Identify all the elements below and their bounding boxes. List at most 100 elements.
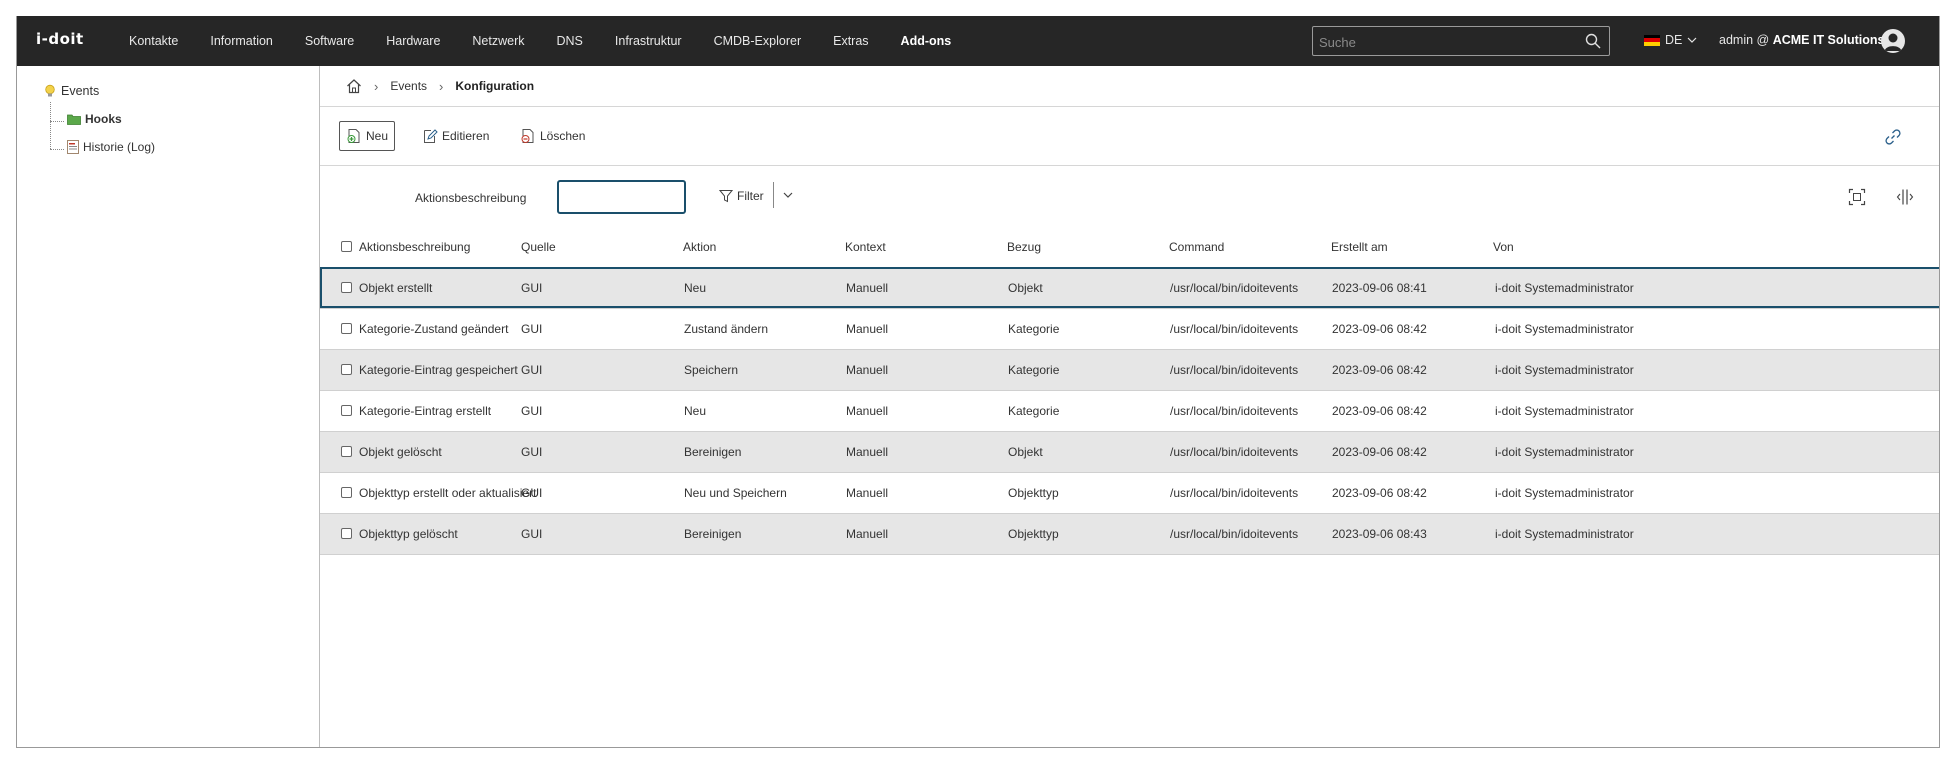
search-box [1312,26,1610,56]
breadcrumb-separator: › [439,78,444,94]
table-cell: Objekt [1008,445,1043,459]
delete-icon [521,129,534,143]
table-cell: /usr/local/bin/idoitevents [1170,363,1299,377]
nav-item-information[interactable]: Information [194,34,289,48]
sidebar-item-historie[interactable]: Historie (Log) [67,140,155,154]
new-document-icon [347,129,360,143]
filter-button[interactable]: Filter [719,183,764,209]
table-cell: /usr/local/bin/idoitevents [1170,486,1299,500]
filter-button-label: Filter [737,189,764,203]
table-cell: /usr/local/bin/idoitevents [1170,281,1299,295]
table-cell: Objekttyp erstellt oder aktualisiert [359,486,537,500]
table-row[interactable]: Objekt erstellt GUI Neu Manuell Objekt/usr/l… [320,267,1939,308]
column-header[interactable]: Bezug [1007,240,1041,254]
nav-item-extras[interactable]: Extras [817,34,884,48]
folder-icon [67,114,81,125]
column-header[interactable]: Quelle [521,240,556,254]
table-cell: Objekttyp [1008,486,1059,500]
app-logo[interactable]: i-doit [36,30,84,48]
table-cell: Objekt erstellt [359,281,433,295]
row-checkbox[interactable] [341,405,352,416]
nav-item-cmdb-explorer[interactable]: CMDB-Explorer [698,34,818,48]
tree-connector [50,121,64,122]
table-cell: Zustand ändern [684,322,769,336]
tree-connector [50,102,52,149]
column-header[interactable]: Command [1169,240,1224,254]
avatar[interactable] [1881,29,1905,53]
table-row[interactable]: Objekt gelöscht GUI Bereinigen Manuell Objek… [320,431,1939,472]
table-cell: Speichern [684,363,739,377]
table-cell: Kategorie [1008,404,1060,418]
sidebar-item-label: Historie (Log) [83,140,156,154]
table-cell: Manuell [846,445,889,459]
table-cell: GUI [521,527,543,541]
chevron-down-icon[interactable] [782,189,794,201]
delete-button[interactable]: Löschen [514,121,591,151]
filter-label: Aktionsbeschreibung [415,191,527,205]
filter-input[interactable] [557,180,686,214]
user-menu[interactable]: admin @ ACME IT Solutions [1719,33,1885,47]
table-cell: GUI [521,363,543,377]
row-checkbox[interactable] [341,528,352,539]
german-flag-icon [1644,34,1660,46]
table-row[interactable]: Kategorie-Eintrag gespeichert GUI Speicher… [320,349,1939,390]
table-cell: i-doit Systemadministrator [1495,486,1634,500]
column-header[interactable]: Aktionsbeschreibung [359,240,470,254]
table-header: Aktionsbeschreibung Quelle Aktion Kontext Be… [320,226,1939,267]
breadcrumb-events[interactable]: Events [390,79,427,93]
table-cell: Objekttyp [1008,527,1059,541]
table-row[interactable]: Objekttyp gelöscht GUI Bereinigen Manuell Ob… [320,513,1939,554]
nav-item-add-ons[interactable]: Add-ons [885,34,968,48]
new-button-label: Neu [366,129,389,143]
table-row[interactable]: Objekttyp erstellt oder aktualisiert GUI N… [320,472,1939,513]
search-input[interactable] [1317,30,1571,54]
row-checkbox[interactable] [341,323,352,334]
row-checkbox[interactable] [341,446,352,457]
link-icon[interactable] [1885,129,1901,145]
edit-icon [424,129,438,143]
column-resize-icon[interactable] [1896,188,1914,206]
column-header[interactable]: Erstellt am [1331,240,1388,254]
table-cell: /usr/local/bin/idoitevents [1170,404,1299,418]
column-header[interactable]: Kontext [845,240,886,254]
table-cell: Manuell [846,404,889,418]
search-icon[interactable] [1585,33,1601,49]
tree-root-events[interactable]: Events [43,84,99,98]
nav-item-software[interactable]: Software [289,34,370,48]
table-row[interactable]: Kategorie-Zustand geändert GUI Zustand änd… [320,308,1939,349]
nav-item-hardware[interactable]: Hardware [370,34,456,48]
table-cell: /usr/local/bin/idoitevents [1170,445,1299,459]
breadcrumb-current: Konfiguration [455,79,535,93]
nav-item-netzwerk[interactable]: Netzwerk [456,34,540,48]
table-cell: GUI [521,445,543,459]
top-navigation-bar: i-doit Kontakte Information Software Hardwa… [17,16,1939,66]
table-cell: Objekt [1008,281,1043,295]
row-checkbox[interactable] [341,282,352,293]
chevron-down-icon [1687,37,1697,43]
column-header[interactable]: Von [1493,240,1514,254]
table-cell: 2023-09-06 08:42 [1332,486,1427,500]
sidebar-tree: Events Hooks Historie (Log) [17,66,320,747]
nav-item-kontakte[interactable]: Kontakte [113,34,194,48]
user-icon [1884,33,1902,51]
breadcrumb-separator: › [374,78,379,94]
row-checkbox[interactable] [341,487,352,498]
edit-button[interactable]: Editieren [416,121,495,151]
new-button[interactable]: Neu [339,121,396,151]
column-header[interactable]: Aktion [683,240,716,254]
fullscreen-icon[interactable] [1848,188,1866,206]
table-cell: Objekttyp gelöscht [359,527,458,541]
sidebar-item-hooks[interactable]: Hooks [67,112,122,126]
table-cell: 2023-09-06 08:42 [1332,322,1427,336]
table-cell: Kategorie-Eintrag erstellt [359,404,492,418]
table-cell: Manuell [846,527,889,541]
select-all-checkbox[interactable] [341,241,352,252]
table-cell: Kategorie [1008,363,1060,377]
table-cell: Neu und Speichern [684,486,787,500]
home-icon[interactable] [346,78,362,94]
nav-item-infrastruktur[interactable]: Infrastruktur [599,34,698,48]
table-row[interactable]: Kategorie-Eintrag erstellt GUI Neu Manuell K… [320,390,1939,431]
nav-item-dns[interactable]: DNS [541,34,599,48]
row-checkbox[interactable] [341,364,352,375]
language-selector[interactable]: DE [1644,33,1697,47]
